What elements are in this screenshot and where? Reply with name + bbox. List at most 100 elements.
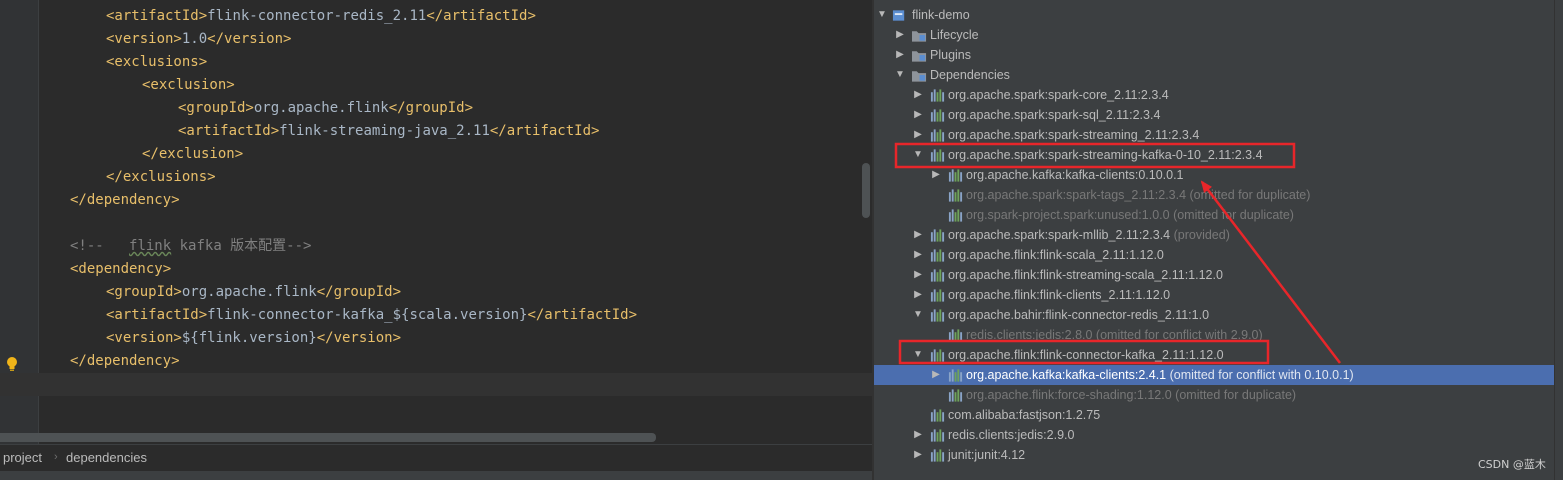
tree-node[interactable]: ▶ org.apache.spark:spark-streaming_2.11:2… — [874, 125, 1554, 145]
artifact-name: org.apache.flink:flink-streaming-scala_2… — [948, 268, 1223, 282]
xml-text: ${flink.version} — [181, 330, 317, 346]
code-line[interactable]: </exclusions> — [0, 166, 872, 189]
tree-node[interactable]: com.alibaba:fastjson:1.2.75 — [874, 405, 1554, 425]
tree-node[interactable]: ▶ org.apache.flink:flink-scala_2.11:1.12.… — [874, 245, 1554, 265]
expand-arrow-icon[interactable]: ▶ — [913, 289, 923, 301]
expand-arrow-icon[interactable]: ▶ — [931, 369, 941, 381]
library-icon — [948, 329, 963, 342]
code-line[interactable]: <exclusions> — [0, 51, 872, 74]
editor-vertical-scrollbar[interactable] — [862, 163, 870, 218]
code-line[interactable]: <!-- flink kafka 版本配置--> — [0, 235, 872, 258]
tree-node-label: org.apache.kafka:kafka-clients:0.10.0.1 — [966, 166, 1184, 184]
artifact-note: (provided) — [1170, 228, 1230, 242]
tree-node[interactable]: ▼ flink-demo — [874, 5, 1554, 25]
expand-arrow-icon[interactable]: ▶ — [895, 29, 905, 41]
tree-node-label: junit:junit:4.12 — [948, 446, 1025, 464]
tree-node[interactable]: redis.clients:jedis:2.8.0 (omitted for c… — [874, 325, 1554, 345]
artifact-name: Lifecycle — [930, 28, 979, 42]
artifact-name: flink-demo — [912, 8, 970, 22]
tree-node[interactable]: ▶ org.apache.spark:spark-sql_2.11:2.3.4 — [874, 105, 1554, 125]
lightbulb-icon[interactable] — [6, 356, 18, 372]
code-line-text: <exclusions> — [106, 51, 207, 74]
code-line[interactable] — [0, 396, 872, 419]
expand-arrow-icon[interactable]: ▶ — [913, 229, 923, 241]
artifact-name: Plugins — [930, 48, 971, 62]
collapse-arrow-icon[interactable]: ▼ — [895, 69, 905, 81]
tree-node[interactable]: ▼ org.apache.bahir:flink-connector-redis_… — [874, 305, 1554, 325]
breadcrumb-item-dependencies[interactable]: dependencies — [66, 450, 147, 465]
expand-arrow-icon[interactable]: ▶ — [913, 109, 923, 121]
artifact-name: org.apache.flink:flink-clients_2.11:1.12… — [948, 288, 1171, 302]
expand-arrow-icon[interactable]: ▶ — [931, 169, 941, 181]
artifact-name: Dependencies — [930, 68, 1010, 82]
editor-horizontal-scrollbar[interactable] — [0, 433, 656, 442]
tree-node[interactable]: ▶ Lifecycle — [874, 25, 1554, 45]
library-icon — [948, 209, 963, 222]
collapse-arrow-icon[interactable]: ▼ — [913, 149, 923, 161]
collapse-arrow-icon[interactable]: ▼ — [913, 309, 923, 321]
expand-arrow-icon[interactable]: ▶ — [895, 49, 905, 61]
tree-node-label: flink-demo — [912, 6, 970, 24]
xml-tag: </artifactId> — [527, 307, 638, 323]
code-line[interactable]: <groupId>org.apache.flink</groupId> — [0, 97, 872, 120]
tree-node[interactable]: org.apache.flink:force-shading:1.12.0 (o… — [874, 385, 1554, 405]
code-line-text: </exclusion> — [142, 143, 243, 166]
code-line[interactable]: </exclusion> — [0, 143, 872, 166]
code-line-text: <groupId>org.apache.flink</groupId> — [106, 281, 401, 304]
code-line-text: <artifactId>flink-streaming-java_2.11</a… — [178, 120, 599, 143]
artifact-name: org.apache.spark:spark-core_2.11:2.3.4 — [948, 88, 1169, 102]
tree-node[interactable]: ▶ org.apache.spark:spark-core_2.11:2.3.4 — [874, 85, 1554, 105]
tree-node-label: org.spark-project.spark:unused:1.0.0 (om… — [966, 206, 1294, 224]
code-line[interactable]: <version>1.0</version> — [0, 28, 872, 51]
code-line[interactable]: <exclusion> — [0, 74, 872, 97]
code-line[interactable]: <artifactId>flink-connector-kafka_${scal… — [0, 304, 872, 327]
code-line[interactable]: <groupId>org.apache.flink</groupId> — [0, 281, 872, 304]
library-icon — [930, 409, 945, 422]
code-line[interactable]: </dependency> — [0, 189, 872, 212]
tree-node[interactable]: org.spark-project.spark:unused:1.0.0 (om… — [874, 205, 1554, 225]
code-editor[interactable]: <artifactId>flink-connector-redis_2.11</… — [0, 0, 872, 444]
artifact-name: org.apache.spark:spark-mllib_2.11:2.3.4 — [948, 228, 1171, 242]
code-line[interactable]: <version>${flink.version}</version> — [0, 327, 872, 350]
breadcrumb-separator-icon: › — [54, 451, 58, 463]
collapse-arrow-icon[interactable]: ▼ — [913, 349, 923, 361]
expand-arrow-icon[interactable]: ▶ — [913, 89, 923, 101]
tree-node[interactable]: ▶ org.apache.flink:flink-clients_2.11:1.1… — [874, 285, 1554, 305]
tree-node[interactable]: ▶ org.apache.kafka:kafka-clients:0.10.0.1 — [874, 165, 1554, 185]
tree-node[interactable]: ▶ org.apache.flink:flink-streaming-scala_… — [874, 265, 1554, 285]
xml-text: flink-streaming-java_2.11 — [279, 123, 490, 139]
tree-node-label: Dependencies — [930, 66, 1010, 84]
xml-text: org.apache.flink — [181, 284, 317, 300]
tree-node[interactable]: ▶ org.apache.spark:spark-mllib_2.11:2.3.4… — [874, 225, 1554, 245]
xml-text: org.apache.flink — [253, 100, 389, 116]
tree-node[interactable]: ▶ Plugins — [874, 45, 1554, 65]
library-icon — [930, 309, 945, 322]
tree-node-label: org.apache.bahir:flink-connector-redis_2… — [948, 306, 1209, 324]
breadcrumb-item-project[interactable]: project — [3, 450, 42, 465]
tree-node-label: org.apache.flink:force-shading:1.12.0 (o… — [966, 386, 1296, 404]
expand-arrow-icon[interactable]: ▶ — [913, 269, 923, 281]
artifact-name: org.apache.flink:force-shading:1.12.0 — [966, 388, 1172, 402]
expand-arrow-icon[interactable]: ▶ — [913, 449, 923, 461]
xml-text: flink-connector-kafka_${scala.version} — [207, 307, 528, 323]
code-line[interactable] — [0, 212, 872, 235]
watermark: CSDN @蓝木 — [1478, 458, 1546, 471]
collapse-arrow-icon[interactable]: ▼ — [877, 9, 887, 21]
tree-node[interactable]: ▶ redis.clients:jedis:2.9.0 — [874, 425, 1554, 445]
tree-node[interactable]: org.apache.spark:spark-tags_2.11:2.3.4 (… — [874, 185, 1554, 205]
expand-arrow-icon[interactable]: ▶ — [913, 429, 923, 441]
expand-arrow-icon[interactable]: ▶ — [913, 129, 923, 141]
tree-node[interactable]: ▶ org.apache.kafka:kafka-clients:2.4.1 (o… — [874, 365, 1554, 385]
code-line[interactable] — [0, 373, 872, 396]
code-line[interactable]: <artifactId>flink-connector-redis_2.11</… — [0, 5, 872, 28]
tree-node[interactable]: ▶ junit:junit:4.12 — [874, 445, 1554, 465]
xml-comment: kafka 版本配置--> — [171, 238, 312, 254]
tree-node[interactable]: ▼ org.apache.flink:flink-connector-kafka_… — [874, 345, 1554, 365]
code-line[interactable]: </dependency> — [0, 350, 872, 373]
code-line[interactable]: <artifactId>flink-streaming-java_2.11</a… — [0, 120, 872, 143]
tree-node[interactable]: ▼ Dependencies — [874, 65, 1554, 85]
tree-node[interactable]: ▼ org.apache.spark:spark-streaming-kafka-… — [874, 145, 1554, 165]
expand-arrow-icon[interactable]: ▶ — [913, 249, 923, 261]
code-line[interactable]: <dependency> — [0, 258, 872, 281]
library-icon — [930, 349, 945, 362]
